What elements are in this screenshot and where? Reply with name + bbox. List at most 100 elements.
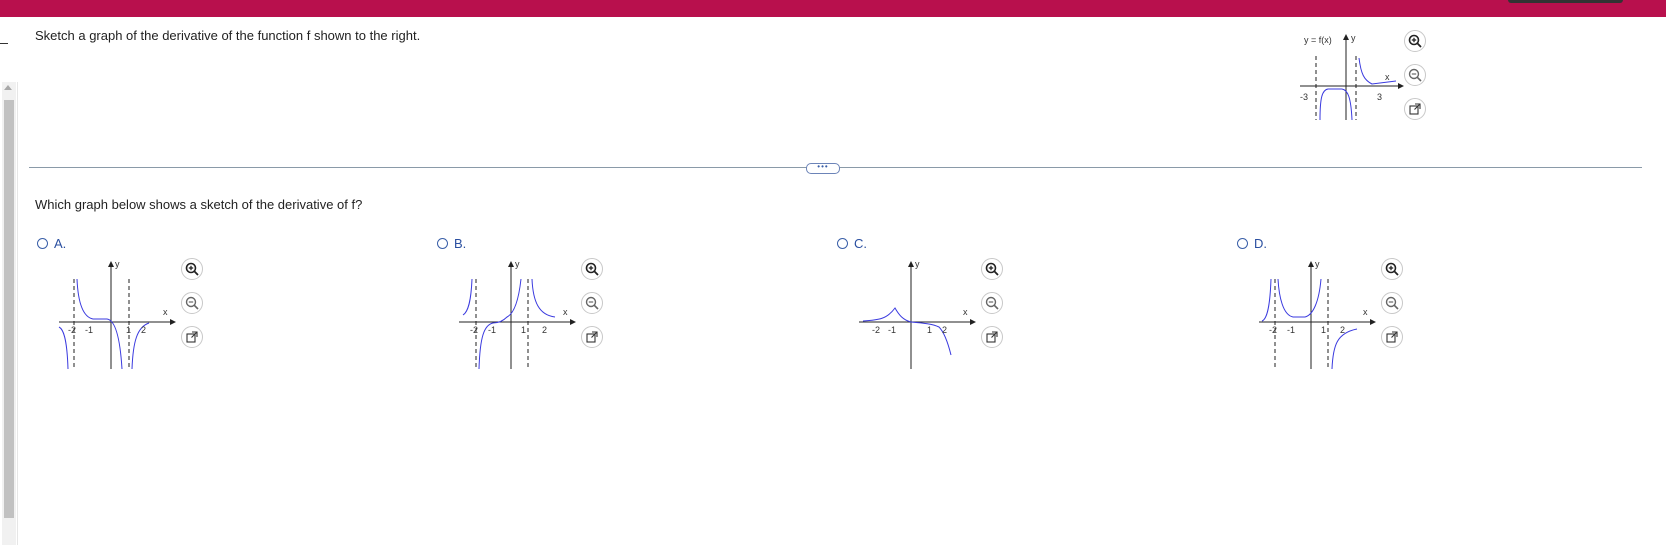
tick-label: -1: [888, 325, 896, 335]
x-axis-label: x: [963, 307, 968, 317]
zoom-out-icon: [985, 296, 999, 310]
option-c[interactable]: C.: [837, 236, 867, 251]
y-axis-label: y: [115, 259, 120, 269]
tick-label: 2: [1340, 325, 1345, 335]
scrollbar[interactable]: [2, 82, 16, 545]
radio-button-a[interactable]: [37, 238, 48, 249]
curve-1: [1261, 278, 1272, 322]
option-c-tools: [981, 258, 1005, 360]
option-b-tools: [581, 258, 605, 360]
radio-button-d[interactable]: [1237, 238, 1248, 249]
question-text: Which graph below shows a sketch of the …: [35, 197, 363, 212]
zoom-in-icon: [1408, 34, 1422, 48]
scroll-up-arrow-icon[interactable]: [4, 85, 12, 90]
top-bar: [0, 0, 1666, 17]
open-graph-button[interactable]: [981, 326, 1003, 348]
open-graph-button[interactable]: [1404, 98, 1426, 120]
zoom-in-icon: [1385, 262, 1399, 276]
option-b-graph: y x -2 -1 1 2: [459, 259, 576, 370]
open-external-icon: [986, 331, 998, 343]
zoom-in-icon: [985, 262, 999, 276]
curve-3: [1331, 328, 1358, 370]
curve-1: [58, 326, 69, 370]
scroll-thumb[interactable]: [4, 100, 14, 518]
option-d-graph: y x -2 -1 1 2: [1259, 259, 1376, 370]
zoom-out-icon: [585, 296, 599, 310]
open-external-icon: [186, 331, 198, 343]
tick-label: 1: [1321, 325, 1326, 335]
open-external-icon: [1386, 331, 1398, 343]
zoom-out-button[interactable]: [981, 292, 1003, 314]
zoom-out-icon: [1408, 68, 1422, 82]
option-b[interactable]: B.: [437, 236, 466, 251]
x-axis-label: x: [163, 307, 168, 317]
curve-2: [478, 278, 522, 370]
top-bar-button[interactable]: [1508, 0, 1623, 3]
tick-label: -2: [470, 325, 478, 335]
curve-3: [531, 278, 556, 318]
zoom-out-button[interactable]: [181, 292, 203, 314]
tick-label: 3: [1377, 92, 1382, 102]
divider-handle[interactable]: •••: [806, 163, 840, 174]
open-external-icon: [1409, 103, 1421, 115]
option-d-tools: [1381, 258, 1405, 360]
zoom-out-button[interactable]: [1404, 64, 1426, 86]
option-d[interactable]: D.: [1237, 236, 1267, 251]
zoom-out-button[interactable]: [581, 292, 603, 314]
open-graph-button[interactable]: [581, 326, 603, 348]
zoom-in-icon: [585, 262, 599, 276]
open-graph-button[interactable]: [1381, 326, 1403, 348]
x-axis-label: x: [1363, 307, 1368, 317]
option-a-tools: [181, 258, 205, 360]
curve-2: [76, 278, 123, 370]
problem-prompt: Sketch a graph of the derivative of the …: [35, 28, 421, 43]
zoom-in-button[interactable]: [1381, 258, 1403, 280]
radio-button-b[interactable]: [437, 238, 448, 249]
y-axis-label: y: [515, 259, 520, 269]
tick-label: 1: [927, 325, 932, 335]
given-graph-tools: [1404, 30, 1428, 132]
x-axis-label: x: [1385, 72, 1390, 82]
tick-label: -1: [85, 325, 93, 335]
x-axis-label: x: [563, 307, 568, 317]
curve-1: [462, 278, 473, 316]
tick-label: 2: [942, 325, 947, 335]
content-border: [17, 82, 18, 545]
given-function-graph: y = f(x) y x -3 3: [1300, 33, 1404, 121]
tick-label: -2: [68, 325, 76, 335]
tick-label: -1: [1287, 325, 1295, 335]
tick-label: 2: [141, 325, 146, 335]
zoom-out-icon: [1385, 296, 1399, 310]
zoom-in-button[interactable]: [181, 258, 203, 280]
zoom-out-button[interactable]: [1381, 292, 1403, 314]
tick-label: -1: [488, 325, 496, 335]
option-b-label: B.: [454, 236, 467, 251]
zoom-in-button[interactable]: [581, 258, 603, 280]
open-graph-button[interactable]: [181, 326, 203, 348]
tick-label: 2: [542, 325, 547, 335]
option-c-label: C.: [854, 236, 867, 251]
open-external-icon: [586, 331, 598, 343]
radio-button-c[interactable]: [837, 238, 848, 249]
tick-label: -3: [1300, 92, 1308, 102]
option-a-graph: y x -2 -1 1 2: [58, 259, 176, 370]
tick-label: 1: [126, 325, 131, 335]
zoom-in-button[interactable]: [981, 258, 1003, 280]
option-a-label: A.: [54, 236, 67, 251]
y-axis-label: y: [1315, 259, 1320, 269]
y-axis-label: y: [915, 259, 920, 269]
left-edge-mark: [0, 43, 8, 44]
y-axis-label: y: [1351, 33, 1356, 43]
tick-label: 1: [521, 325, 526, 335]
tick-label: -2: [872, 325, 880, 335]
curve-right: [1358, 57, 1397, 85]
tick-label: -2: [1269, 325, 1277, 335]
function-label: y = f(x): [1304, 35, 1332, 45]
zoom-in-button[interactable]: [1404, 30, 1426, 52]
zoom-in-icon: [185, 262, 199, 276]
option-a[interactable]: A.: [37, 236, 66, 251]
curve-2: [1277, 278, 1322, 318]
option-c-graph: y x -2 -1 1 2: [859, 259, 976, 369]
option-d-label: D.: [1254, 236, 1267, 251]
curve-left: [1319, 88, 1353, 121]
